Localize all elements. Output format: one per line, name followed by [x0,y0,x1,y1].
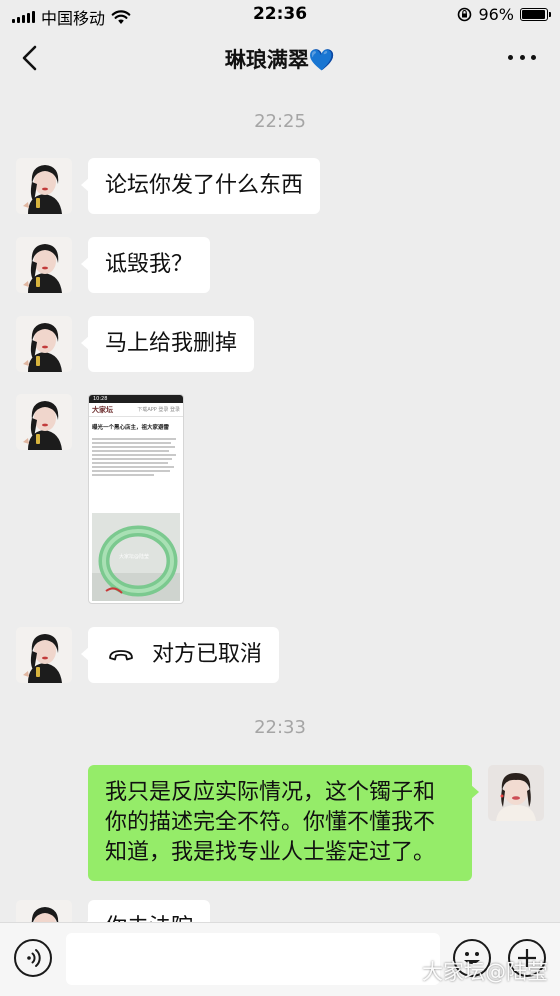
forum-post-body [89,434,183,480]
message-timestamp: 22:25 [254,111,306,132]
image-message[interactable]: 10:28 大家坛 下载APP 登录 登录 曝光一个黑心店主，祖大家避雷 大家坛… [88,394,184,604]
message-input[interactable] [66,933,440,985]
forum-header-links: 下载APP 登录 登录 [137,407,180,413]
shot-status-time: 10:28 [89,395,183,403]
more-icon[interactable] [504,47,540,67]
chat-header: 琳琅满翠💙 [0,30,560,86]
contact-avatar[interactable] [16,316,72,372]
message-bubble[interactable]: 论坛你发了什么东西 [80,158,321,214]
battery-icon [520,8,551,21]
forum-logo: 大家坛 [92,405,113,414]
contact-avatar[interactable] [16,237,72,293]
message-bubble-self[interactable]: 我只是反应实际情况，这个镯子和你的描述完全不符。你懂不懂我不知道，我是找专业人士… [88,765,479,881]
call-record-bubble[interactable]: 对方已取消 [80,627,280,683]
message-timestamp: 22:33 [254,717,306,738]
contact-avatar[interactable] [16,158,72,214]
self-avatar[interactable] [488,765,544,821]
status-bar: 中国移动 22:36 96% [0,0,560,30]
contact-avatar[interactable] [16,394,72,450]
forum-post-title: 曝光一个黑心店主，祖大家避雷 [92,425,170,431]
forum-watermark: 大家坛@陆莹 [422,960,548,984]
photo-watermark: 大家坛@陆莹 [119,554,150,560]
orientation-lock-icon [458,7,472,22]
contact-avatar[interactable] [16,627,72,683]
battery-percent: 96% [478,5,514,24]
phone-hangup-icon [109,650,133,661]
chat-title: 琳琅满翠💙 [224,48,336,72]
voice-icon[interactable] [14,939,52,977]
message-bubble[interactable]: 马上给我删掉 [80,316,255,372]
call-status-text: 对方已取消 [152,642,263,667]
message-bubble[interactable]: 诋毁我？ [80,237,211,293]
